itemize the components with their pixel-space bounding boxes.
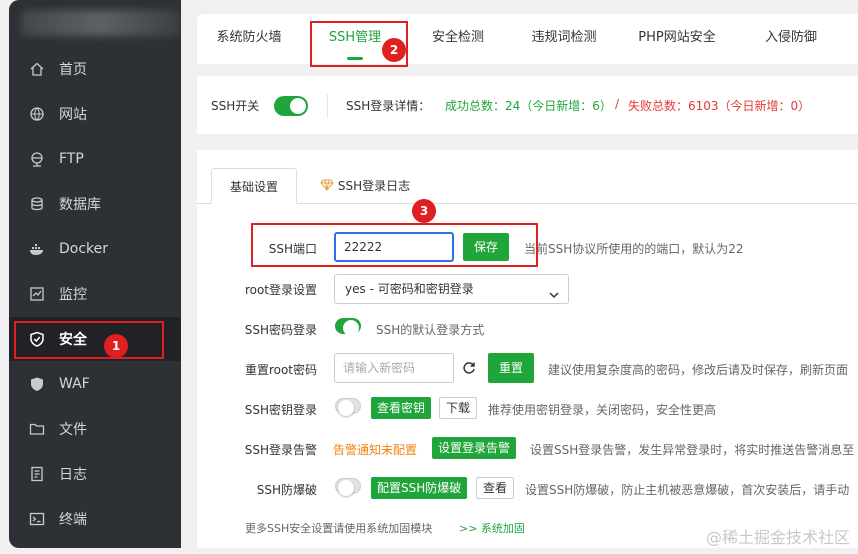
view-key-button[interactable]: 查看密钥 (371, 397, 432, 419)
root-login-select[interactable]: yes - 可密码和密钥登录 (334, 274, 569, 304)
folder-icon (29, 421, 45, 437)
subtab-basic-settings[interactable]: 基础设置 (211, 168, 297, 204)
home-icon (29, 61, 45, 77)
brute-force-label: SSH防爆破 (256, 483, 317, 497)
view-brute-force-button[interactable]: 查看 (476, 477, 515, 499)
root-login-label: root登录设置 (244, 283, 317, 297)
sidebar-item-label: 文件 (59, 422, 87, 438)
app-frame: 首页 网站 FTP 数据库 Docker 监控 安全 WAF 文件 日志 终端 … (0, 0, 858, 554)
chevron-down-icon (548, 283, 560, 299)
more-settings-text: 更多SSH安全设置请使用系统加固模块 (245, 522, 433, 535)
login-alert-label: SSH登录告警 (244, 443, 317, 457)
reset-root-label: 重置root密码 (244, 363, 317, 377)
password-login-hint: SSH的默认登录方式 (376, 323, 485, 337)
blurred-logo (21, 10, 181, 36)
tab-php-security[interactable]: PHP网站安全 (630, 14, 724, 62)
sidebar-item-label: 数据库 (59, 197, 101, 213)
sidebar-item-label: 监控 (59, 287, 87, 303)
sidebar-item-files[interactable]: 文件 (9, 407, 181, 451)
sidebar-item-label: WAF (59, 376, 90, 392)
annotation-badge-3: 3 (412, 199, 436, 223)
annotation-badge-2: 2 (382, 38, 406, 62)
sidebar-item-database[interactable]: 数据库 (9, 182, 181, 226)
annotation-badge-1: 1 (104, 334, 128, 358)
sidebar-item-docker[interactable]: Docker (9, 227, 181, 271)
sidebar-item-label: 日志 (59, 467, 87, 483)
sidebar-item-label: 网站 (59, 107, 87, 123)
subtab-ssh-login-log[interactable]: SSH登录日志 (315, 168, 415, 204)
brute-force-hint: 设置SSH防爆破，防止主机被恶意爆破，首次安装后，请手动 (525, 483, 850, 497)
login-detail-label: SSH登录详情： (346, 99, 431, 113)
annotation-box-port (251, 223, 538, 267)
reset-password-button[interactable]: 重置 (488, 353, 534, 383)
ssh-switch-label: SSH开关 (211, 99, 260, 113)
new-password-input[interactable] (334, 353, 454, 383)
refresh-icon[interactable] (462, 361, 476, 375)
system-hardening-link[interactable]: >> 系统加固 (459, 520, 525, 536)
sidebar: 首页 网站 FTP 数据库 Docker 监控 安全 WAF 文件 日志 终端 (9, 0, 181, 548)
ssh-settings-panel: 基础设置 SSH登录日志 SSH端口 保存 当前SSH协议所使用的的端口，默认为… (197, 150, 858, 548)
password-login-label: SSH密码登录 (244, 323, 317, 337)
configure-brute-force-button[interactable]: 配置SSH防爆破 (371, 477, 468, 499)
key-login-label: SSH密钥登录 (244, 403, 317, 417)
ssh-port-hint: 当前SSH协议所使用的的端口，默认为22 (524, 242, 744, 256)
success-count: 成功总数：24（今日新增：6） (445, 99, 612, 113)
reset-root-hint: 建议使用复杂度高的密码，修改后请及时保存，刷新页面 (548, 363, 849, 377)
login-alert-hint: 设置SSH登录告警，发生异常登录时，将实时推送告警消息至 (530, 443, 855, 457)
divider (327, 94, 328, 118)
sidebar-item-ftp[interactable]: FTP (9, 137, 181, 181)
status-separator: / (615, 97, 620, 111)
waf-shield-icon (29, 376, 45, 392)
terminal-icon (29, 511, 45, 527)
diamond-icon (320, 169, 334, 205)
brute-force-toggle[interactable] (335, 478, 361, 496)
ssh-switch-toggle[interactable] (274, 96, 308, 116)
ftp-icon (29, 151, 45, 167)
alert-status: 告警通知未配置 (333, 443, 418, 457)
sidebar-item-website[interactable]: 网站 (9, 92, 181, 136)
tab-banned-words[interactable]: 违规词检测 (522, 14, 606, 62)
key-login-toggle[interactable] (335, 398, 361, 416)
sidebar-item-logs[interactable]: 日志 (9, 452, 181, 496)
sidebar-item-monitor[interactable]: 监控 (9, 272, 181, 316)
sidebar-item-waf[interactable]: WAF (9, 362, 181, 406)
watermark: @稀土掘金技术社区 (705, 528, 850, 547)
tab-firewall[interactable]: 系统防火墙 (207, 14, 291, 62)
sidebar-item-label: 终端 (59, 512, 87, 528)
ssh-status-bar: SSH开关 SSH登录详情： 成功总数：24（今日新增：6） / 失败总数：61… (197, 76, 858, 134)
sidebar-item-label: FTP (59, 151, 84, 167)
docker-icon (29, 241, 45, 257)
key-login-hint: 推荐使用密钥登录，关闭密码，安全性更高 (488, 403, 717, 417)
tab-intrusion-prevention[interactable]: 入侵防御 (755, 14, 827, 62)
fail-count: 失败总数：6103（今日新增：0） (628, 99, 811, 113)
globe-icon (29, 106, 45, 122)
tab-security-check[interactable]: 安全检测 (422, 14, 494, 62)
password-login-toggle[interactable] (335, 318, 361, 336)
sidebar-item-label: Docker (59, 241, 109, 257)
root-login-selected: yes - 可密码和密钥登录 (345, 282, 474, 296)
set-login-alert-button[interactable]: 设置登录告警 (432, 437, 517, 459)
sidebar-item-label: 首页 (59, 62, 87, 78)
database-icon (29, 196, 45, 212)
subtab-label: SSH登录日志 (337, 179, 411, 193)
security-tabs: 系统防火墙 SSH管理 安全检测 违规词检测 PHP网站安全 入侵防御 (197, 14, 858, 64)
log-icon (29, 466, 45, 482)
annotation-box-security (14, 321, 164, 359)
monitor-icon (29, 286, 45, 302)
sidebar-item-terminal[interactable]: 终端 (9, 497, 181, 541)
sidebar-item-home[interactable]: 首页 (9, 47, 181, 91)
download-key-button[interactable]: 下载 (439, 397, 478, 419)
